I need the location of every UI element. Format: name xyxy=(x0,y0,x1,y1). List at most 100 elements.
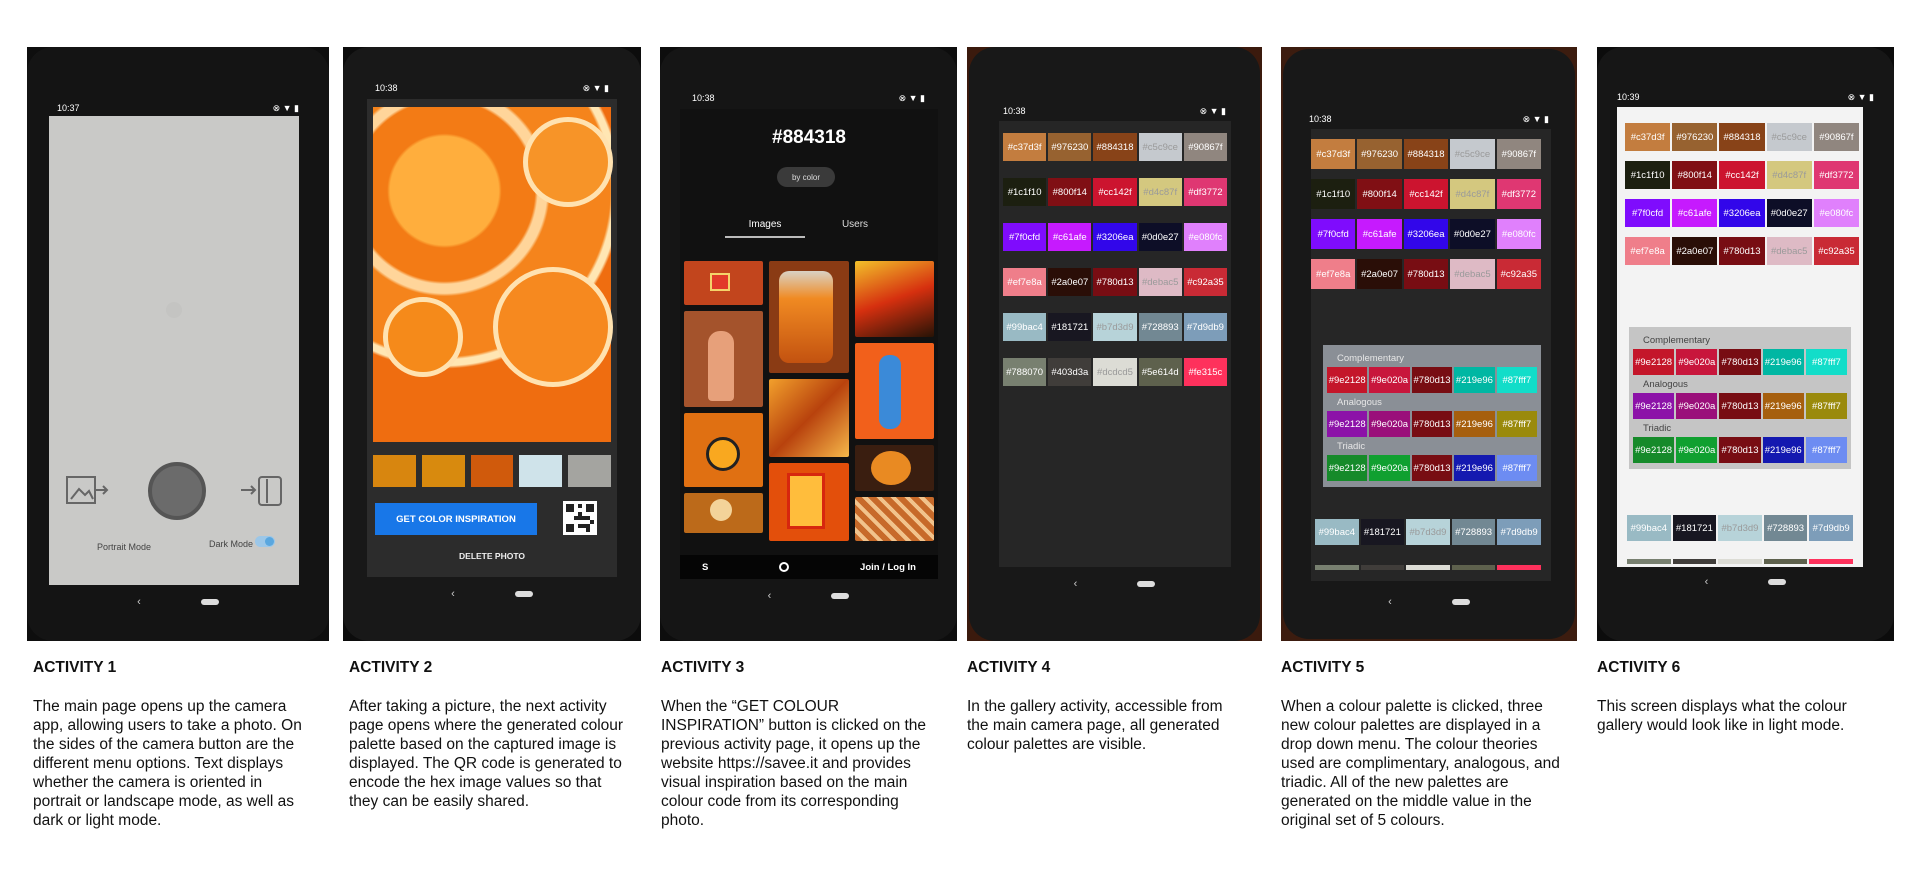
home-button[interactable] xyxy=(1768,579,1787,585)
triadic-label: Triadic xyxy=(1337,441,1366,452)
analogous-palette[interactable]: #9e2128 #9e020a #780d13 #219e96 #87fff7 xyxy=(1327,411,1538,437)
join-login-link[interactable]: Join / Log In xyxy=(860,562,916,573)
image-tile[interactable] xyxy=(769,379,849,457)
phone-frame: 10:39 ⊗ ▼ ▮ #c37d3f #976230 #884318 #c5c9ce… xyxy=(1597,47,1894,641)
palette-row[interactable]: #99bac4 #181721 #b7d3d9 #728893 #7d9db9 xyxy=(1315,519,1541,545)
home-button[interactable] xyxy=(1451,599,1470,605)
image-tile[interactable] xyxy=(684,261,764,305)
nav-bar: ‹ xyxy=(1597,575,1894,589)
analogous-palette[interactable]: #9e2128 #9e020a #780d13 #219e96 #87fff7 xyxy=(1633,393,1848,419)
palette-swatch: #800f14 xyxy=(1048,178,1092,206)
palette-swatch xyxy=(1809,559,1853,564)
palette-swatch: #c61afe xyxy=(1048,223,1092,251)
gallery-expanded-screen: #c37d3f #976230 #884318 #c5c9ce #90867f #1c1f… xyxy=(1311,129,1551,581)
triadic-palette[interactable]: #9e2128 #9e020a #780d13 #219e96 #87fff7 xyxy=(1327,455,1538,481)
status-bar: 10:38 ⊗ ▼ ▮ xyxy=(660,90,957,106)
palette-row[interactable]: #ef7e8a #2a0e07 #780d13 #debac5 #c92a35 xyxy=(1003,268,1228,296)
palette-swatch xyxy=(1315,565,1359,570)
palette-row[interactable]: #1c1f10 #800f14 #cc142f #d4c87f #df3772 xyxy=(1311,179,1542,209)
image-tile[interactable] xyxy=(684,311,764,407)
qr-code[interactable] xyxy=(563,501,597,535)
image-tile[interactable] xyxy=(854,261,934,337)
tab-images[interactable]: Images xyxy=(725,219,805,238)
image-tile[interactable] xyxy=(769,261,849,373)
tab-users[interactable]: Users xyxy=(815,219,895,230)
dark-mode-toggle[interactable] xyxy=(255,536,275,547)
theory-dropdown: Complementary #9e2128 #9e020a #780d13 #219e… xyxy=(1323,345,1541,487)
camera-viewfinder[interactable]: Portrait Mode Dark Mode xyxy=(49,116,299,585)
palette-row[interactable]: #99bac4 #181721 #b7d3d9 #728893 #7d9db9 xyxy=(1627,515,1853,541)
image-tile[interactable] xyxy=(854,497,934,541)
phone-frame: 10:38 ⊗ ▼ ▮ #c37d3f #976230 #884318 #c5c9ce… xyxy=(1283,49,1575,639)
camera-switch-icon[interactable] xyxy=(237,473,285,509)
delete-photo-button[interactable]: DELETE PHOTO xyxy=(367,551,617,561)
image-tile[interactable] xyxy=(684,493,764,533)
image-icon[interactable] xyxy=(63,473,111,509)
palette-swatch: #7f0cfd xyxy=(1003,223,1047,251)
palette-swatch: #780d13 xyxy=(1093,268,1137,296)
palette-row[interactable]: #1c1f10 #800f14 #cc142f #d4c87f #df3772 xyxy=(1625,161,1860,189)
home-button[interactable] xyxy=(514,591,533,597)
palette-swatch: #9e2128 xyxy=(1633,349,1675,375)
image-tile[interactable] xyxy=(854,343,934,439)
image-tile[interactable] xyxy=(684,413,764,487)
activity-6-photo: 10:39 ⊗ ▼ ▮ #c37d3f #976230 #884318 #c5c9ce… xyxy=(1597,47,1894,641)
home-button[interactable] xyxy=(831,593,850,599)
get-color-inspiration-button[interactable]: GET COLOR INSPIRATION xyxy=(375,503,537,535)
home-button[interactable] xyxy=(1137,581,1156,587)
palette-row[interactable]: #7f0cfd #c61afe #3206ea #0d0e27 #e080fc xyxy=(1003,223,1228,251)
image-tile[interactable] xyxy=(769,463,849,541)
home-button[interactable] xyxy=(200,599,219,605)
palette-row[interactable]: #ef7e8a #2a0e07 #780d13 #debac5 #c92a35 xyxy=(1625,237,1860,265)
palette-swatch: #9e2128 xyxy=(1633,393,1675,419)
activity-title: ACTIVITY 3 xyxy=(661,659,745,676)
image-tile[interactable] xyxy=(854,445,934,491)
status-time: 10:38 xyxy=(1309,114,1332,124)
palette-row[interactable]: #ef7e8a #2a0e07 #780d13 #debac5 #c92a35 xyxy=(1311,259,1542,289)
palette-swatch: #728893 xyxy=(1451,519,1496,545)
back-button[interactable]: ‹ xyxy=(451,588,455,600)
palette-swatch xyxy=(1718,559,1762,564)
palette-row[interactable]: #c37d3f #976230 #884318 #c5c9ce #90867f xyxy=(1625,123,1860,151)
back-button[interactable]: ‹ xyxy=(1388,596,1392,608)
theory-dropdown: Complementary #9e2128 #9e020a #780d13 #219e… xyxy=(1629,327,1851,469)
complementary-palette[interactable]: #9e2128 #9e020a #780d13 #219e96 #87fff7 xyxy=(1327,367,1538,393)
analogous-label: Analogous xyxy=(1643,379,1688,390)
palette-swatch: #780d13 xyxy=(1411,455,1453,481)
palette-swatch: #780d13 xyxy=(1719,349,1761,375)
savee-logo[interactable]: S xyxy=(702,562,708,573)
search-icon[interactable] xyxy=(779,562,790,572)
palette-row[interactable]: #7f0cfd #c61afe #3206ea #0d0e27 #e080fc xyxy=(1311,219,1542,249)
back-button[interactable]: ‹ xyxy=(1705,576,1709,588)
palette-row[interactable]: #99bac4 #181721 #b7d3d9 #728893 #7d9db9 xyxy=(1003,313,1228,341)
palette-swatch: #800f14 xyxy=(1357,179,1402,209)
activity-description: When the “GET COLOUR INSPIRATION” button… xyxy=(661,698,927,829)
palette-row[interactable]: #c37d3f #976230 #884318 #c5c9ce #90867f xyxy=(1003,133,1228,161)
palette-swatch: #5e614d xyxy=(1138,358,1182,386)
palette-row[interactable]: #c37d3f #976230 #884318 #c5c9ce #90867f xyxy=(1311,139,1542,169)
triadic-label: Triadic xyxy=(1643,423,1672,434)
palette-swatch: #7f0cfd xyxy=(1625,199,1671,227)
back-button[interactable]: ‹ xyxy=(1074,578,1078,590)
palette-swatch: #0d0e27 xyxy=(1450,219,1495,249)
palette-swatch: #0d0e27 xyxy=(1766,199,1812,227)
palette-swatch: #976230 xyxy=(1048,133,1092,161)
activity-title: ACTIVITY 2 xyxy=(349,659,433,676)
complementary-palette[interactable]: #9e2128 #9e020a #780d13 #219e96 #87fff7 xyxy=(1633,349,1848,375)
back-button[interactable]: ‹ xyxy=(768,590,772,602)
palette-swatch: #9e020a xyxy=(1369,367,1410,393)
by-color-chip[interactable]: by color xyxy=(777,167,835,187)
shutter-button[interactable] xyxy=(148,462,206,520)
palette-swatch xyxy=(1672,559,1717,564)
palette-row[interactable]: #1c1f10 #800f14 #cc142f #d4c87f #df3772 xyxy=(1003,178,1228,206)
palette-list-lower: #99bac4 #181721 #b7d3d9 #728893 #7d9db9 xyxy=(1315,519,1541,545)
palette-row[interactable]: #788070 #403d3a #dcdcd5 #5e614d #fe315c xyxy=(1003,358,1228,386)
palette-row[interactable]: #7f0cfd #c61afe #3206ea #0d0e27 #e080fc xyxy=(1625,199,1860,227)
back-button[interactable]: ‹ xyxy=(137,596,141,608)
palette-swatch: #dcdcd5 xyxy=(1093,358,1137,386)
palette-swatch: #884318 xyxy=(1719,123,1765,151)
activity-title: ACTIVITY 5 xyxy=(1281,659,1365,676)
triadic-palette[interactable]: #9e2128 #9e020a #780d13 #219e96 #87fff7 xyxy=(1633,437,1848,463)
palette-swatch xyxy=(519,455,563,487)
savee-bottom-bar: S Join / Log In xyxy=(680,555,938,579)
